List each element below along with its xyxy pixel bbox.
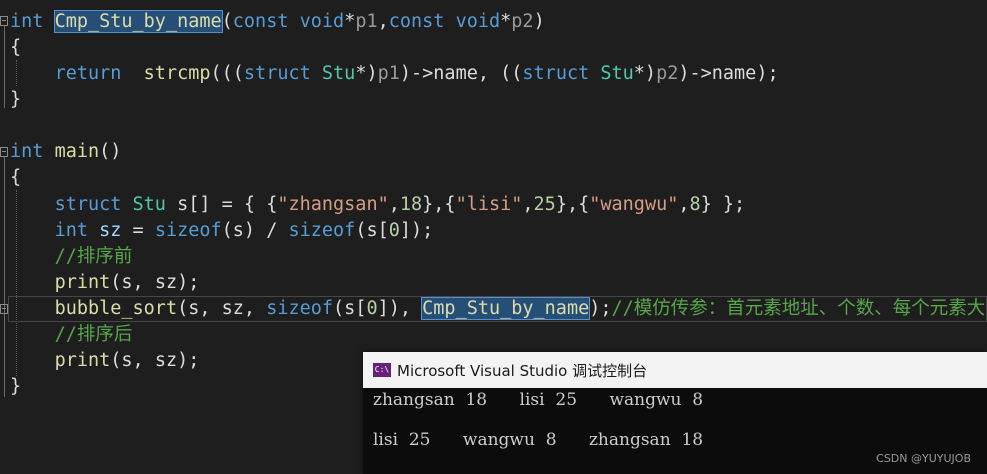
function-call: print (54, 272, 111, 293)
punct: ( (221, 11, 233, 32)
console-app-icon: C:\ (373, 363, 391, 377)
keyword: sizeof (154, 220, 222, 241)
code-line-4: } (10, 87, 21, 113)
function-name: main (54, 141, 100, 162)
punct: , (377, 11, 389, 32)
brace: } (10, 376, 22, 397)
comment: //排序后 (54, 324, 133, 345)
comment: //排序前 (54, 246, 133, 267)
keyword: sizeof (266, 298, 334, 319)
code-line-14: print(s, sz); (10, 348, 200, 374)
fold-toggle-call-icon[interactable] (0, 304, 8, 314)
string-literal: "zhangsan" (277, 194, 389, 215)
fold-range-main (4, 157, 5, 397)
code-text: (s) / (221, 220, 289, 241)
number-literal: 18 (399, 194, 423, 215)
punct: , (522, 194, 534, 215)
code-text: (s, sz); (110, 272, 200, 293)
param: p2 (511, 11, 534, 32)
code-line-11: print(s, sz); (10, 270, 200, 296)
code-line-13: //排序后 (10, 322, 133, 348)
number-literal: 0 (366, 298, 378, 319)
punct: ]), (377, 298, 423, 319)
punct: ) (533, 11, 545, 32)
punct: },{ (422, 194, 456, 215)
punct: , (678, 194, 690, 215)
function-name[interactable]: Cmp_Stu_by_name (53, 10, 223, 33)
brace: { (10, 167, 22, 188)
variable: sz (99, 220, 122, 241)
code-line-8: struct Stu s[] = { {"zhangsan",18},{"lis… (10, 192, 746, 218)
type-name: Stu (132, 194, 166, 215)
string-literal: "lisi" (455, 194, 523, 215)
punct: () (99, 141, 122, 162)
code-line-10: //排序前 (10, 244, 133, 270)
keyword: void (455, 11, 501, 32)
punct: ]); (399, 220, 434, 241)
keyword: void (299, 11, 345, 32)
comment: //模仿传参：首元素地址、个数、每个元素大 (611, 298, 986, 319)
function-reference[interactable]: Cmp_Stu_by_name (421, 297, 591, 320)
keyword: int (54, 220, 88, 241)
code-line-3: return strcmp(((struct Stu*)p1)->name, (… (10, 61, 779, 87)
code-line-7: { (10, 165, 21, 191)
type-name: Stu (321, 63, 356, 84)
watermark: CSDN @YUYUJOB (876, 452, 971, 465)
type-name: Stu (600, 63, 634, 84)
code-text: = (121, 220, 155, 241)
punct: , (388, 194, 400, 215)
function-call: strcmp (143, 63, 211, 84)
code-line-15: } (10, 374, 21, 400)
code-line-9: int sz = sizeof(s) / sizeof(s[0]); (10, 218, 434, 244)
code-text: s[] = { { (165, 194, 278, 215)
console-title: Microsoft Visual Studio 调试控制台 (397, 362, 648, 380)
keyword: struct (243, 63, 311, 84)
param: p1 (377, 63, 400, 84)
punct: } }; (700, 194, 746, 215)
function-call: print (54, 350, 111, 371)
keyword: int (10, 141, 44, 162)
code-line-2: { (10, 35, 21, 61)
punct: *) (633, 63, 657, 84)
keyword: const (388, 11, 445, 32)
keyword: return (54, 63, 122, 84)
param: p2 (656, 63, 679, 84)
punct: (s[ (333, 298, 367, 319)
keyword: sizeof (288, 220, 356, 241)
keyword: const (232, 11, 289, 32)
function-call: bubble_sort (54, 298, 178, 319)
number-literal: 0 (388, 220, 400, 241)
code-text: )->name); (678, 63, 779, 84)
string-literal: "wangwu" (589, 194, 679, 215)
punct: * (500, 11, 512, 32)
console-title-bar[interactable]: C:\ Microsoft Visual Studio 调试控制台 (363, 352, 987, 388)
fold-range-cmp (4, 26, 5, 108)
keyword: struct (522, 63, 590, 84)
code-text: )->name, (( (399, 63, 523, 84)
fold-toggle-main-icon[interactable] (0, 147, 8, 157)
number-literal: 8 (689, 194, 701, 215)
code-text: (s, sz); (110, 350, 200, 371)
keyword: struct (54, 194, 122, 215)
console-output-line-1: zhangsan 18 lisi 25 wangwu 8 (373, 390, 704, 410)
punct: ((( (210, 63, 244, 84)
code-line-12: bubble_sort(s, sz, sizeof(s[0]), Cmp_Stu… (10, 296, 985, 322)
punct: (s[ (355, 220, 389, 241)
code-line-6: int main() (10, 139, 121, 165)
code-text: (s, sz, (177, 298, 267, 319)
punct: *) (355, 63, 378, 84)
code-line-1: int Cmp_Stu_by_name(const void*p1,const … (10, 9, 545, 35)
keyword: int (10, 11, 44, 32)
punct: },{ (555, 194, 590, 215)
fold-toggle-cmp-icon[interactable] (0, 16, 8, 26)
brace: { (10, 37, 22, 58)
brace: } (10, 89, 22, 110)
param: p1 (355, 11, 378, 32)
punct: ); (589, 298, 612, 319)
punct: * (344, 11, 356, 32)
console-output-line-2: lisi 25 wangwu 8 zhangsan 18 (373, 430, 704, 450)
number-literal: 25 (533, 194, 556, 215)
